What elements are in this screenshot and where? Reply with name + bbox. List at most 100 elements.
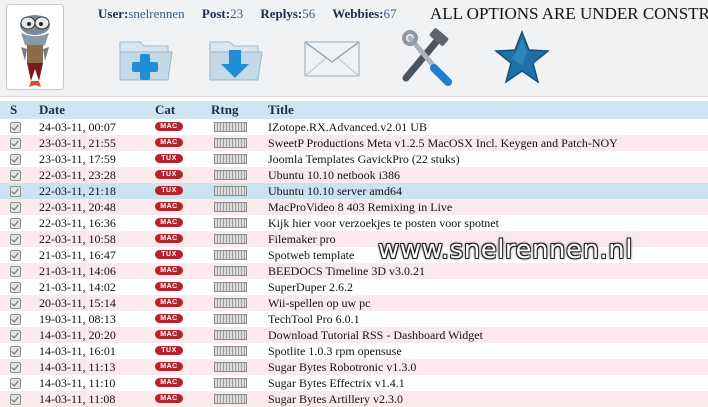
- table-row[interactable]: 22-03-11, 23:28 TUX Ubuntu 10.10 netbook i…: [0, 167, 708, 183]
- table-row[interactable]: 19-03-11, 08:13 MAC TechTool Pro 6.0.1: [0, 311, 708, 327]
- status-check-icon: [10, 170, 21, 181]
- row-title-link[interactable]: Wii-spellen op uw pc: [268, 296, 371, 311]
- rating-bar: [214, 234, 247, 244]
- table-row[interactable]: 14-03-11, 16:01 TUX Spotlite 1.0.3 rpm ope…: [0, 343, 708, 359]
- row-date: 22-03-11, 16:36: [39, 216, 116, 230]
- download-icon[interactable]: [206, 28, 266, 88]
- table-row[interactable]: 22-03-11, 16:36 MAC Kijk hier voor verzoek…: [0, 215, 708, 231]
- status-check-icon: [10, 218, 21, 229]
- table-row[interactable]: 14-03-11, 11:10 MAC Sugar Bytes Effectrix …: [0, 375, 708, 391]
- col-cat-header[interactable]: Cat: [155, 102, 175, 118]
- row-title-link[interactable]: Sugar Bytes Robotronic v1.3.0: [268, 360, 416, 375]
- category-badge[interactable]: MAC: [155, 138, 183, 147]
- rating-bar: [214, 330, 247, 340]
- row-title-link[interactable]: BEEDOCS Timeline 3D v3.0.21: [268, 264, 425, 279]
- category-badge[interactable]: MAC: [155, 282, 183, 291]
- announcement-ticker: ALL OPTIONS ARE UNDER CONSTRUC: [430, 4, 708, 23]
- category-badge[interactable]: MAC: [155, 394, 183, 403]
- row-title-link[interactable]: Spotweb template: [268, 248, 354, 263]
- table-row[interactable]: 14-03-11, 11:13 MAC Sugar Bytes Robotronic…: [0, 359, 708, 375]
- replys-label: Replys:: [260, 6, 303, 21]
- status-check-icon: [10, 138, 21, 149]
- row-title-link[interactable]: Filemaker pro: [268, 232, 336, 247]
- table-row[interactable]: 23-03-11, 17:59 TUX Joomla Templates Gavic…: [0, 151, 708, 167]
- header-bar: User:snelrennen Post:23 Replys:56 Webbie…: [0, 0, 708, 97]
- col-rating-header[interactable]: Rtng: [211, 102, 238, 118]
- avatar[interactable]: [6, 4, 64, 90]
- col-date-header[interactable]: Date: [39, 102, 65, 118]
- rating-bar: [214, 314, 247, 324]
- rating-bar: [214, 218, 247, 228]
- category-badge[interactable]: MAC: [155, 234, 183, 243]
- row-date: 21-03-11, 14:02: [39, 280, 116, 294]
- category-badge[interactable]: MAC: [155, 298, 183, 307]
- row-title-link[interactable]: Download Tutorial RSS - Dashboard Widget: [268, 328, 483, 343]
- post-count: 23: [230, 6, 244, 21]
- category-badge[interactable]: TUX: [155, 186, 183, 195]
- row-title-link[interactable]: Ubuntu 10.10 server amd64: [268, 184, 402, 199]
- status-check-icon: [10, 234, 21, 245]
- status-check-icon: [10, 154, 21, 165]
- row-date: 22-03-11, 21:18: [39, 184, 116, 198]
- row-title-link[interactable]: Sugar Bytes Effectrix v1.4.1: [268, 376, 405, 391]
- row-title-link[interactable]: TechTool Pro 6.0.1: [268, 312, 360, 327]
- category-badge[interactable]: MAC: [155, 218, 183, 227]
- mail-icon[interactable]: [302, 28, 362, 88]
- category-badge[interactable]: MAC: [155, 266, 183, 275]
- table-header: S Date Cat Rtng Title: [0, 101, 708, 120]
- status-check-icon: [10, 346, 21, 357]
- user-stats: User:snelrennen Post:23 Replys:56 Webbie…: [98, 6, 411, 22]
- status-check-icon: [10, 314, 21, 325]
- col-title-header[interactable]: Title: [268, 102, 294, 118]
- category-badge[interactable]: MAC: [155, 314, 183, 323]
- row-date: 22-03-11, 10:58: [39, 232, 116, 246]
- status-check-icon: [10, 362, 21, 373]
- row-title-link[interactable]: MacProVideo 8 403 Remixing in Live: [268, 200, 452, 215]
- favorite-star-icon[interactable]: [492, 28, 552, 88]
- status-check-icon: [10, 298, 21, 309]
- category-badge[interactable]: TUX: [155, 170, 183, 179]
- row-title-link[interactable]: Joomla Templates GavickPro (22 stuks): [268, 152, 460, 167]
- category-badge[interactable]: MAC: [155, 330, 183, 339]
- row-title-link[interactable]: Kijk hier voor verzoekjes te posten voor…: [268, 216, 499, 231]
- row-title-link[interactable]: SweetP Productions Meta v1.2.5 MacOSX In…: [268, 136, 618, 151]
- row-date: 24-03-11, 00:07: [39, 120, 116, 134]
- status-check-icon: [10, 330, 21, 341]
- site-watermark: www.snelrennen.nl: [378, 235, 633, 265]
- category-badge[interactable]: MAC: [155, 378, 183, 387]
- category-badge[interactable]: TUX: [155, 346, 183, 355]
- category-badge[interactable]: MAC: [155, 202, 183, 211]
- col-status-header[interactable]: S: [10, 102, 17, 118]
- category-badge[interactable]: TUX: [155, 250, 183, 259]
- row-date: 14-03-11, 16:01: [39, 344, 116, 358]
- table-row[interactable]: 24-03-11, 00:07 MAC IZotope.RX.Advanced.v2…: [0, 119, 708, 135]
- row-date: 21-03-11, 14:06: [39, 264, 116, 278]
- row-date: 23-03-11, 21:55: [39, 136, 116, 150]
- row-title-link[interactable]: SuperDuper 2.6.2: [268, 280, 353, 295]
- row-date: 19-03-11, 08:13: [39, 312, 116, 326]
- table-row[interactable]: 22-03-11, 21:18 TUX Ubuntu 10.10 server am…: [0, 183, 708, 199]
- status-check-icon: [10, 186, 21, 197]
- tools-icon[interactable]: [396, 28, 456, 88]
- row-title-link[interactable]: Ubuntu 10.10 netbook i386: [268, 168, 400, 183]
- table-row[interactable]: 23-03-11, 21:55 MAC SweetP Productions Met…: [0, 135, 708, 151]
- rating-bar: [214, 298, 247, 308]
- rating-bar: [214, 154, 247, 164]
- category-badge[interactable]: MAC: [155, 122, 183, 131]
- username-link[interactable]: snelrennen: [128, 6, 184, 21]
- category-badge[interactable]: MAC: [155, 362, 183, 371]
- category-badge[interactable]: TUX: [155, 154, 183, 163]
- table-row[interactable]: 20-03-11, 15:14 MAC Wii-spellen op uw pc: [0, 295, 708, 311]
- table-row[interactable]: 22-03-11, 20:48 MAC MacProVideo 8 403 Remi…: [0, 199, 708, 215]
- add-post-icon[interactable]: [116, 28, 176, 88]
- row-title-link[interactable]: Spotlite 1.0.3 rpm opensuse: [268, 344, 402, 359]
- table-row[interactable]: 21-03-11, 14:06 MAC BEEDOCS Timeline 3D v3…: [0, 263, 708, 279]
- table-row[interactable]: 21-03-11, 14:02 MAC SuperDuper 2.6.2: [0, 279, 708, 295]
- row-date: 14-03-11, 11:13: [39, 360, 116, 374]
- rating-bar: [214, 362, 247, 372]
- webbies-label: Webbies:: [332, 6, 384, 21]
- row-date: 23-03-11, 17:59: [39, 152, 116, 166]
- table-row[interactable]: 14-03-11, 20:20 MAC Download Tutorial RSS …: [0, 327, 708, 343]
- rating-bar: [214, 170, 247, 180]
- row-title-link[interactable]: IZotope.RX.Advanced.v2.01 UB: [268, 120, 427, 135]
